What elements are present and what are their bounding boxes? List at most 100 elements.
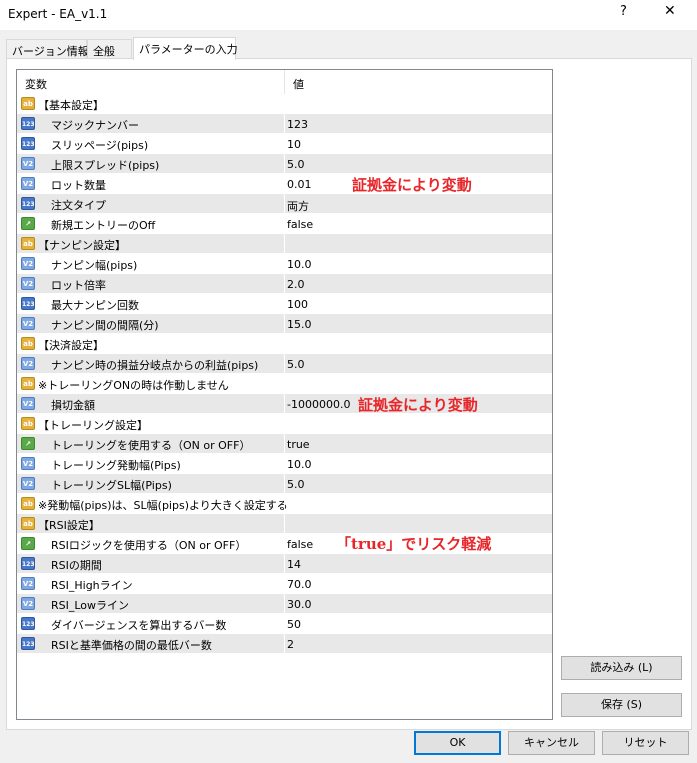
parameter-row[interactable]: V2 RSI_Highライン 70.0 [17, 574, 552, 594]
parameter-row[interactable]: ab 【トレーリング設定】 [17, 414, 552, 434]
parameter-row[interactable]: V2 ロット倍率 2.0 [17, 274, 552, 294]
integer-type-icon: 123 [21, 637, 35, 650]
parameter-row[interactable]: 123 ダイバージェンスを算出するバー数 50 [17, 614, 552, 634]
tab-parameters[interactable]: パラメーターの入力 [133, 37, 238, 60]
parameter-name: トレーリングを使用する（ON or OFF） [51, 439, 251, 452]
parameter-value[interactable]: 2.0 [287, 278, 305, 291]
string-type-icon: ab [21, 237, 35, 250]
parameter-value[interactable]: 0.01 [287, 178, 312, 191]
parameter-row[interactable]: V2 ナンピン間の間隔(分) 15.0 [17, 314, 552, 334]
parameter-row[interactable]: 123 マジックナンバー 123 [17, 114, 552, 134]
parameter-value[interactable]: true [287, 438, 310, 451]
parameter-value[interactable]: 14 [287, 558, 301, 571]
parameter-value[interactable]: 5.0 [287, 478, 305, 491]
parameter-row[interactable]: V2 トレーリングSL幅(Pips) 5.0 [17, 474, 552, 494]
row-column-separator [284, 414, 285, 434]
column-header-variable[interactable]: 変数 [25, 76, 47, 92]
row-column-separator [284, 174, 285, 194]
parameter-row[interactable]: 123 RSIと基準価格の間の最低バー数 2 [17, 634, 552, 654]
parameter-name: RSI_Lowライン [51, 599, 130, 612]
row-column-separator [284, 114, 285, 134]
parameter-row[interactable]: V2 RSI_Lowライン 30.0 [17, 594, 552, 614]
parameter-value[interactable]: 15.0 [287, 318, 312, 331]
parameter-value[interactable]: 10 [287, 138, 301, 151]
parameter-value[interactable]: false [287, 538, 313, 551]
row-column-separator [284, 534, 285, 554]
parameter-row[interactable]: ab 【RSI設定】 [17, 514, 552, 534]
parameter-row[interactable]: ab ※トレーリングONの時は作動しません [17, 374, 552, 394]
column-header-value[interactable]: 値 [293, 76, 304, 92]
parameter-name: トレーリング発動幅(Pips) [51, 459, 181, 472]
parameter-row[interactable]: V2 ナンピン幅(pips) 10.0 [17, 254, 552, 274]
parameter-value[interactable]: 123 [287, 118, 308, 131]
annotation-rsi: 「true」でリスク軽減 [336, 535, 492, 553]
parameter-name: 損切金額 [51, 399, 95, 412]
parameter-name: 【RSI設定】 [38, 519, 100, 532]
parameter-row[interactable]: V2 上限スプレッド(pips) 5.0 [17, 154, 552, 174]
ok-button[interactable]: OK [414, 731, 501, 755]
parameter-name: 注文タイプ [51, 199, 106, 212]
reset-button[interactable]: リセット [602, 731, 689, 755]
double-type-icon: V2 [21, 277, 35, 290]
parameter-row[interactable]: ab 【ナンピン設定】 [17, 234, 552, 254]
parameter-row[interactable]: 123 RSIの期間 14 [17, 554, 552, 574]
double-type-icon: V2 [21, 577, 35, 590]
double-type-icon: V2 [21, 597, 35, 610]
parameter-row[interactable]: 123 最大ナンピン回数 100 [17, 294, 552, 314]
parameter-row[interactable]: V2 トレーリング発動幅(Pips) 10.0 [17, 454, 552, 474]
parameter-row[interactable]: ↗ トレーリングを使用する（ON or OFF） true [17, 434, 552, 454]
parameter-name: ロット倍率 [51, 279, 106, 292]
parameter-row[interactable]: 123 スリッページ(pips) 10 [17, 134, 552, 154]
parameter-row[interactable]: ab 【決済設定】 [17, 334, 552, 354]
close-button[interactable]: ✕ [664, 3, 676, 19]
save-button[interactable]: 保存 (S) [561, 693, 682, 717]
double-type-icon: V2 [21, 357, 35, 370]
parameter-value[interactable]: 70.0 [287, 578, 312, 591]
integer-type-icon: 123 [21, 137, 35, 150]
parameter-value[interactable]: 両方 [287, 198, 309, 214]
parameter-row[interactable]: ab ※発動幅(pips)は、SL幅(pips)より大きく設定する [17, 494, 552, 514]
parameter-name: 【決済設定】 [38, 339, 104, 352]
row-column-separator [284, 594, 285, 614]
row-column-separator [284, 254, 285, 274]
row-column-separator [284, 554, 285, 574]
parameter-name: マジックナンバー [51, 119, 139, 132]
parameter-value[interactable]: 30.0 [287, 598, 312, 611]
row-column-separator [284, 294, 285, 314]
integer-type-icon: 123 [21, 617, 35, 630]
parameter-value[interactable]: 5.0 [287, 358, 305, 371]
string-type-icon: ab [21, 337, 35, 350]
column-separator[interactable] [284, 70, 285, 94]
grid-header: 変数 値 [17, 70, 552, 94]
title-bar: Expert - EA_v1.1 ? ✕ [0, 0, 697, 30]
parameter-row[interactable]: V2 ロット数量 0.01 [17, 174, 552, 194]
parameter-value[interactable]: 100 [287, 298, 308, 311]
parameter-row[interactable]: ↗ 新規エントリーのOff false [17, 214, 552, 234]
annotation-lot: 証拠金により変動 [352, 176, 472, 194]
parameter-value[interactable]: 5.0 [287, 158, 305, 171]
load-button[interactable]: 読み込み (L) [561, 656, 682, 680]
parameter-value[interactable]: 50 [287, 618, 301, 631]
row-column-separator [284, 154, 285, 174]
parameter-row[interactable]: 123 注文タイプ 両方 [17, 194, 552, 214]
window-title: Expert - EA_v1.1 [8, 7, 108, 21]
tab-general[interactable]: 全般 [87, 39, 132, 59]
parameter-value[interactable]: 10.0 [287, 458, 312, 471]
parameter-value[interactable]: 2 [287, 638, 294, 651]
integer-type-icon: 123 [21, 117, 35, 130]
string-type-icon: ab [21, 517, 35, 530]
help-button[interactable]: ? [620, 4, 627, 19]
parameter-row[interactable]: ab 【基本設定】 [17, 94, 552, 114]
row-column-separator [284, 394, 285, 414]
tab-version-info[interactable]: バージョン情報 [6, 39, 89, 59]
parameter-name: ※トレーリングONの時は作動しません [38, 379, 229, 392]
cancel-button[interactable]: キャンセル [508, 731, 595, 755]
parameter-value[interactable]: 10.0 [287, 258, 312, 271]
parameter-name: 【ナンピン設定】 [38, 239, 126, 252]
parameter-row[interactable]: V2 ナンピン時の損益分岐点からの利益(pips) 5.0 [17, 354, 552, 374]
parameter-value[interactable]: false [287, 218, 313, 231]
double-type-icon: V2 [21, 177, 35, 190]
parameter-value[interactable]: -1000000.0 [287, 398, 350, 411]
row-column-separator [284, 214, 285, 234]
row-column-separator [284, 94, 285, 114]
